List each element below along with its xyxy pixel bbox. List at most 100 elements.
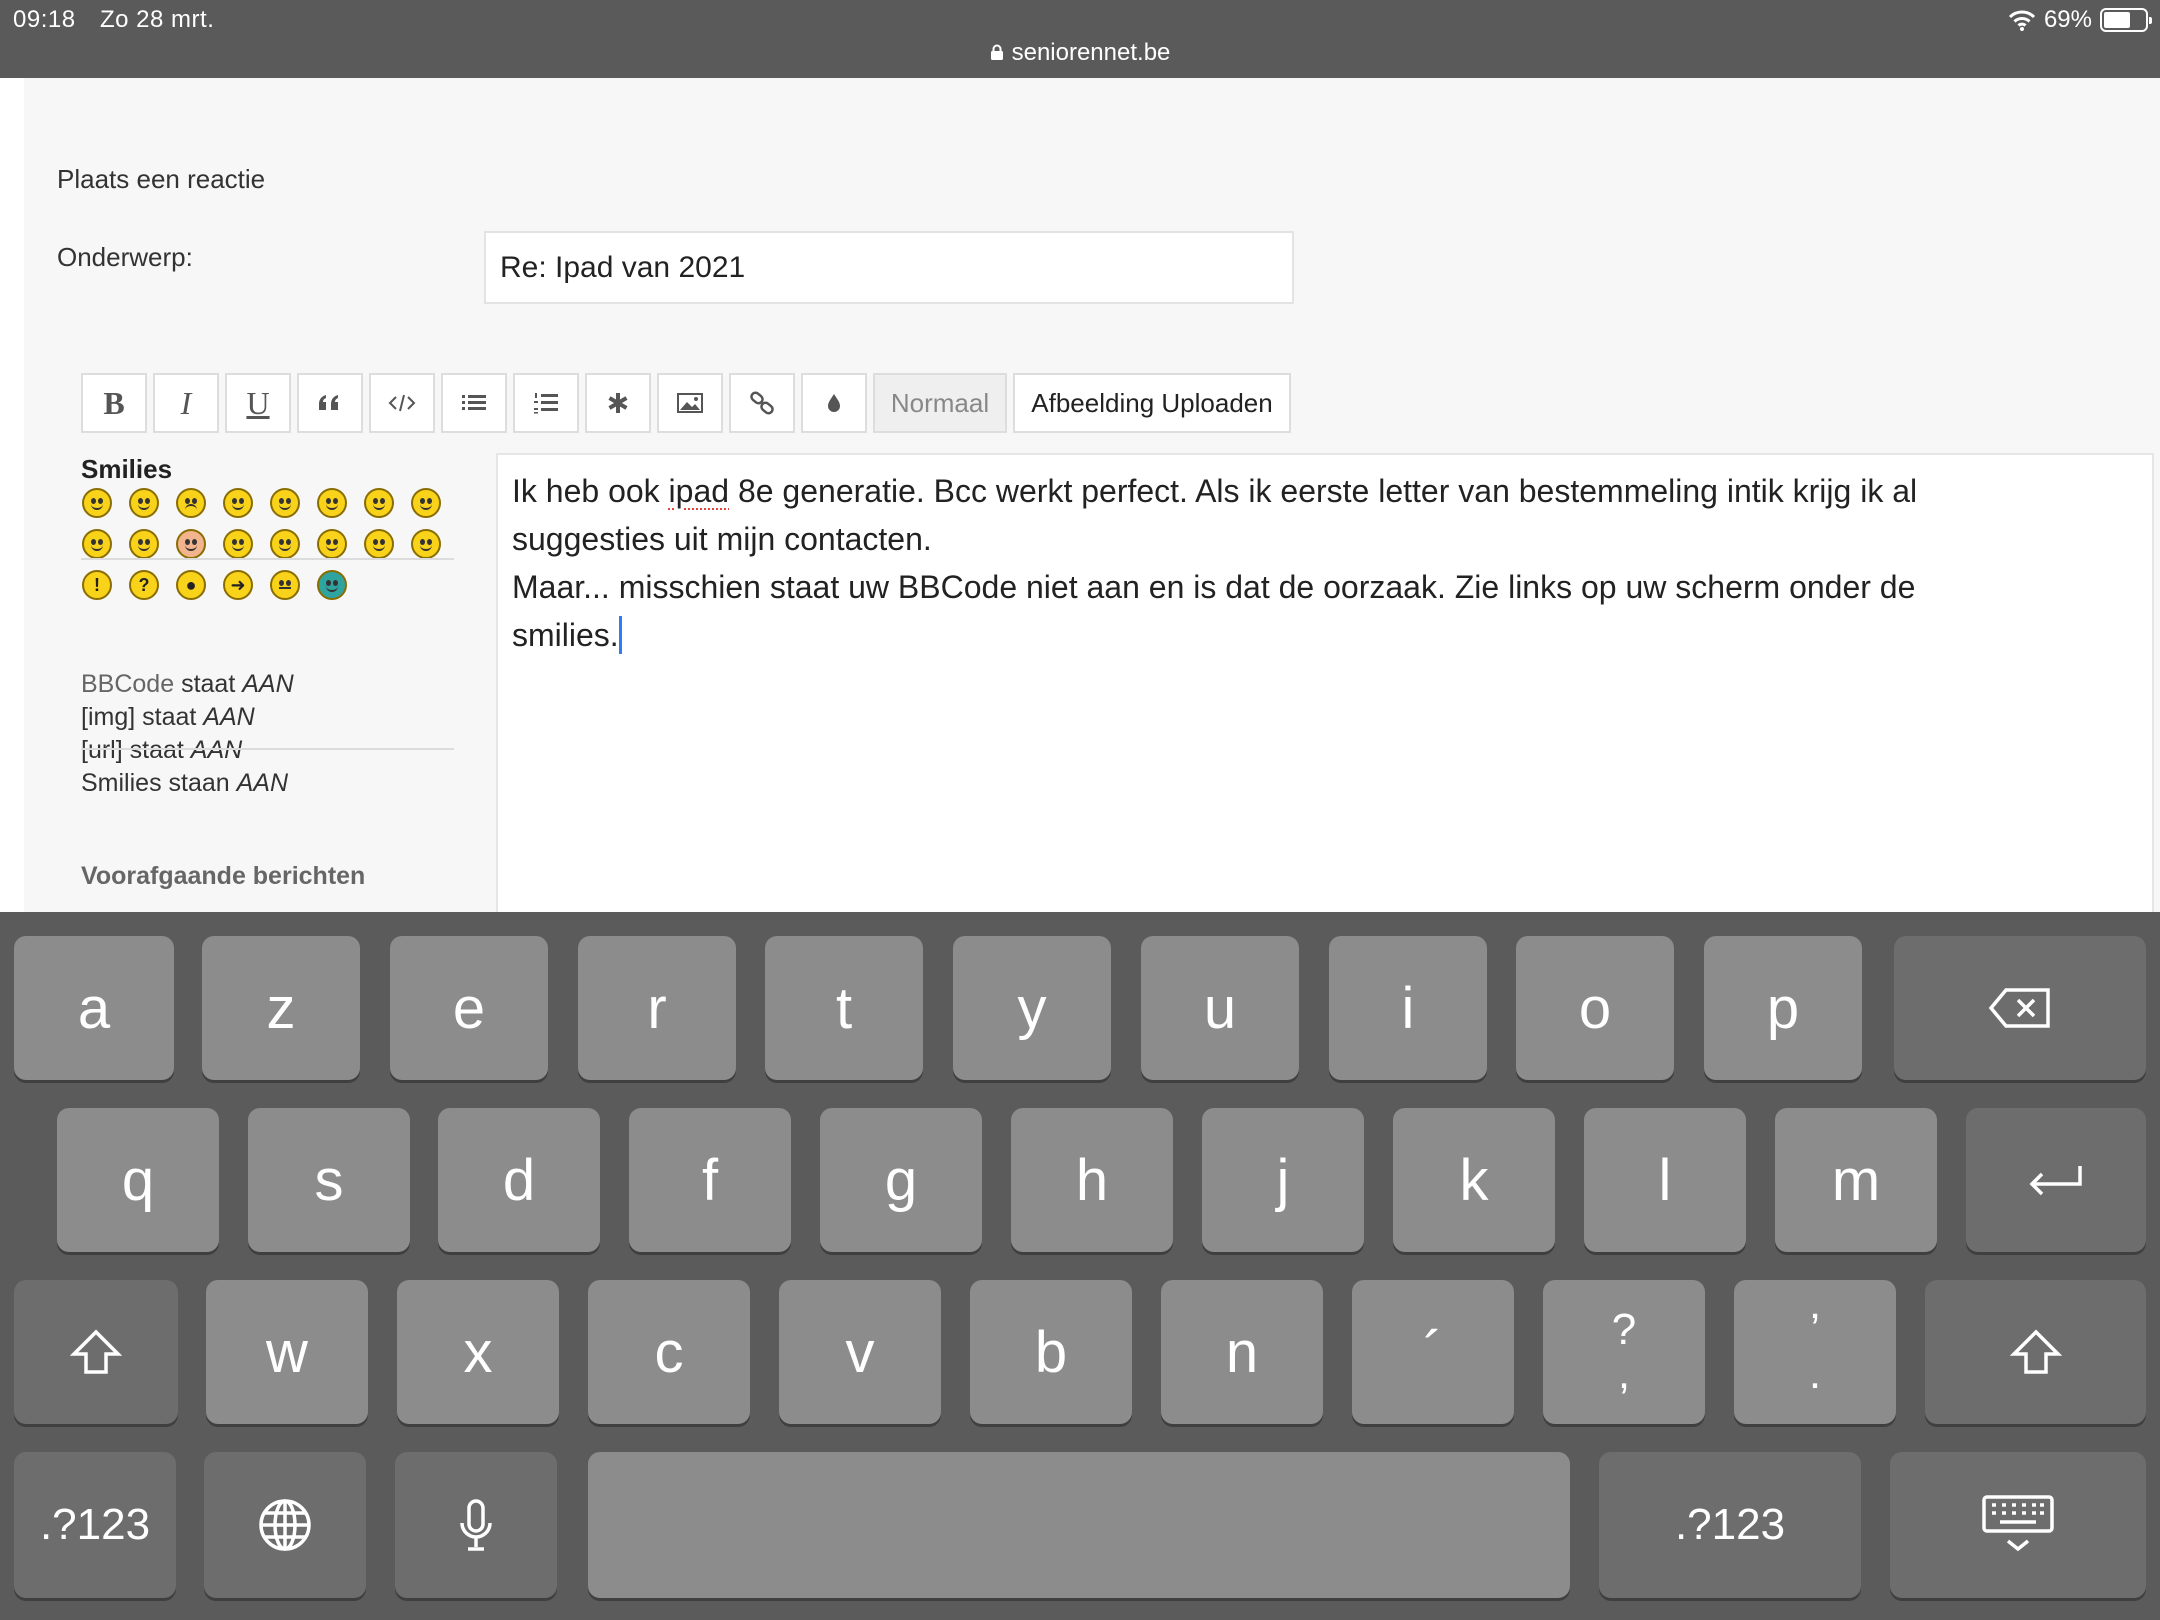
smiley-icon[interactable] <box>411 488 441 518</box>
battery-fill <box>2104 12 2131 28</box>
misspelled-word[interactable]: ipad <box>669 473 730 509</box>
status-time: 09:18 <box>13 6 76 33</box>
key-p[interactable]: p <box>1704 936 1862 1080</box>
shift-key-right[interactable] <box>1925 1280 2146 1424</box>
key-c[interactable]: c <box>588 1280 750 1424</box>
smiley-icon[interactable] <box>176 529 206 559</box>
previous-messages-link[interactable]: Voorafgaande berichten <box>81 862 365 891</box>
key-u[interactable]: u <box>1141 936 1299 1080</box>
link-button[interactable] <box>729 373 795 433</box>
key-d[interactable]: d <box>438 1108 600 1252</box>
smiley-icon[interactable] <box>270 488 300 518</box>
key-apostrophe-period[interactable]: ’. <box>1734 1280 1896 1424</box>
key-t[interactable]: t <box>765 936 923 1080</box>
key-a[interactable]: a <box>14 936 174 1080</box>
smiley-icon[interactable] <box>364 488 394 518</box>
key-n[interactable]: n <box>1161 1280 1323 1424</box>
bbcode-link[interactable]: BBCode <box>81 670 174 698</box>
quote-button[interactable] <box>297 373 363 433</box>
key-acute[interactable]: ´ <box>1352 1280 1514 1424</box>
battery-icon <box>2100 8 2152 32</box>
bullet-list-button[interactable] <box>441 373 507 433</box>
globe-key[interactable] <box>204 1452 366 1598</box>
message-textarea[interactable]: Ik heb ook ipad 8e generatie. Bcc werkt … <box>496 453 2154 971</box>
image-button[interactable] <box>657 373 723 433</box>
numbered-list-icon <box>534 393 558 414</box>
shift-icon <box>2009 1329 2062 1374</box>
smiley-icon[interactable] <box>317 529 347 559</box>
key-l[interactable]: l <box>1584 1108 1746 1252</box>
smiley-icon[interactable] <box>223 529 253 559</box>
message-text: 8e generatie. Bcc werkt perfect. Als ik … <box>729 473 1918 509</box>
microphone-icon <box>460 1499 492 1551</box>
code-button[interactable] <box>369 373 435 433</box>
smiley-icon[interactable] <box>317 488 347 518</box>
smiley-icon[interactable] <box>129 488 159 518</box>
smiley-icon[interactable] <box>129 529 159 559</box>
smiley-icon[interactable] <box>317 570 347 600</box>
key-b[interactable]: b <box>970 1280 1132 1424</box>
return-key[interactable] <box>1966 1108 2146 1252</box>
key-i[interactable]: i <box>1329 936 1487 1080</box>
key-g[interactable]: g <box>820 1108 982 1252</box>
smiley-icon[interactable] <box>82 488 112 518</box>
dismiss-keyboard-key[interactable] <box>1890 1452 2146 1598</box>
key-w[interactable]: w <box>206 1280 368 1424</box>
key-j[interactable]: j <box>1202 1108 1364 1252</box>
upload-image-button[interactable]: Afbeelding Uploaden <box>1013 373 1291 433</box>
page-margin <box>0 78 24 912</box>
key-v[interactable]: v <box>779 1280 941 1424</box>
message-text: Ik heb ook <box>512 473 669 509</box>
key-f[interactable]: f <box>629 1108 791 1252</box>
numbers-key-right[interactable]: .?123 <box>1599 1452 1861 1598</box>
bbcode-text: staat <box>174 670 243 698</box>
key-z[interactable]: z <box>202 936 360 1080</box>
smiley-icon[interactable] <box>270 529 300 559</box>
keyboard-dismiss-icon <box>1982 1495 2054 1552</box>
key-r[interactable]: r <box>578 936 736 1080</box>
smiley-icon[interactable] <box>364 529 394 559</box>
smiley-icon[interactable] <box>176 488 206 518</box>
underline-button[interactable]: U <box>225 373 291 433</box>
code-icon <box>388 394 416 412</box>
arrow-icon[interactable]: ➜ <box>223 570 253 600</box>
smiley-icon[interactable] <box>223 488 253 518</box>
key-o[interactable]: o <box>1516 936 1674 1080</box>
dictation-key[interactable] <box>395 1452 557 1598</box>
bold-button[interactable]: B <box>81 373 147 433</box>
smilies-grid: ! ? ● ➜ <box>82 488 458 600</box>
key-y[interactable]: y <box>953 936 1111 1080</box>
space-bar[interactable] <box>588 1452 1570 1598</box>
list-item-button[interactable] <box>585 373 651 433</box>
key-h[interactable]: h <box>1011 1108 1173 1252</box>
numbered-list-button[interactable] <box>513 373 579 433</box>
key-q[interactable]: q <box>57 1108 219 1252</box>
img-state: AAN <box>203 703 255 731</box>
numbers-key-left[interactable]: .?123 <box>14 1452 176 1598</box>
key-x[interactable]: x <box>397 1280 559 1424</box>
backspace-key[interactable] <box>1894 936 2146 1080</box>
editor-toolbar: B I U Normaal Afbeelding Uploaden <box>81 373 1291 433</box>
smiley-icon[interactable] <box>270 570 300 600</box>
key-e[interactable]: e <box>390 936 548 1080</box>
exclamation-icon[interactable]: ! <box>82 570 112 600</box>
quote-icon <box>319 395 338 410</box>
backspace-icon <box>1988 988 2050 1028</box>
key-question-comma[interactable]: ?, <box>1543 1280 1705 1424</box>
smiley-icon[interactable] <box>411 529 441 559</box>
key-k[interactable]: k <box>1393 1108 1555 1252</box>
color-button[interactable] <box>801 373 867 433</box>
key-s[interactable]: s <box>248 1108 410 1252</box>
status-bar: 09:18 Zo 28 mrt. seniorennet.be 69% <box>0 0 2160 78</box>
subject-input[interactable]: Re: Ipad van 2021 <box>484 231 1294 304</box>
font-size-select[interactable]: Normaal <box>873 373 1007 433</box>
shift-key-left[interactable] <box>14 1280 178 1424</box>
question-icon[interactable]: ? <box>129 570 159 600</box>
idea-icon[interactable]: ● <box>176 570 206 600</box>
address-bar[interactable]: seniorennet.be <box>0 39 2160 67</box>
italic-button[interactable]: I <box>153 373 219 433</box>
key-m[interactable]: m <box>1775 1108 1937 1252</box>
droplet-icon <box>828 394 840 412</box>
smiley-icon[interactable] <box>82 529 112 559</box>
wifi-icon <box>2008 10 2036 31</box>
